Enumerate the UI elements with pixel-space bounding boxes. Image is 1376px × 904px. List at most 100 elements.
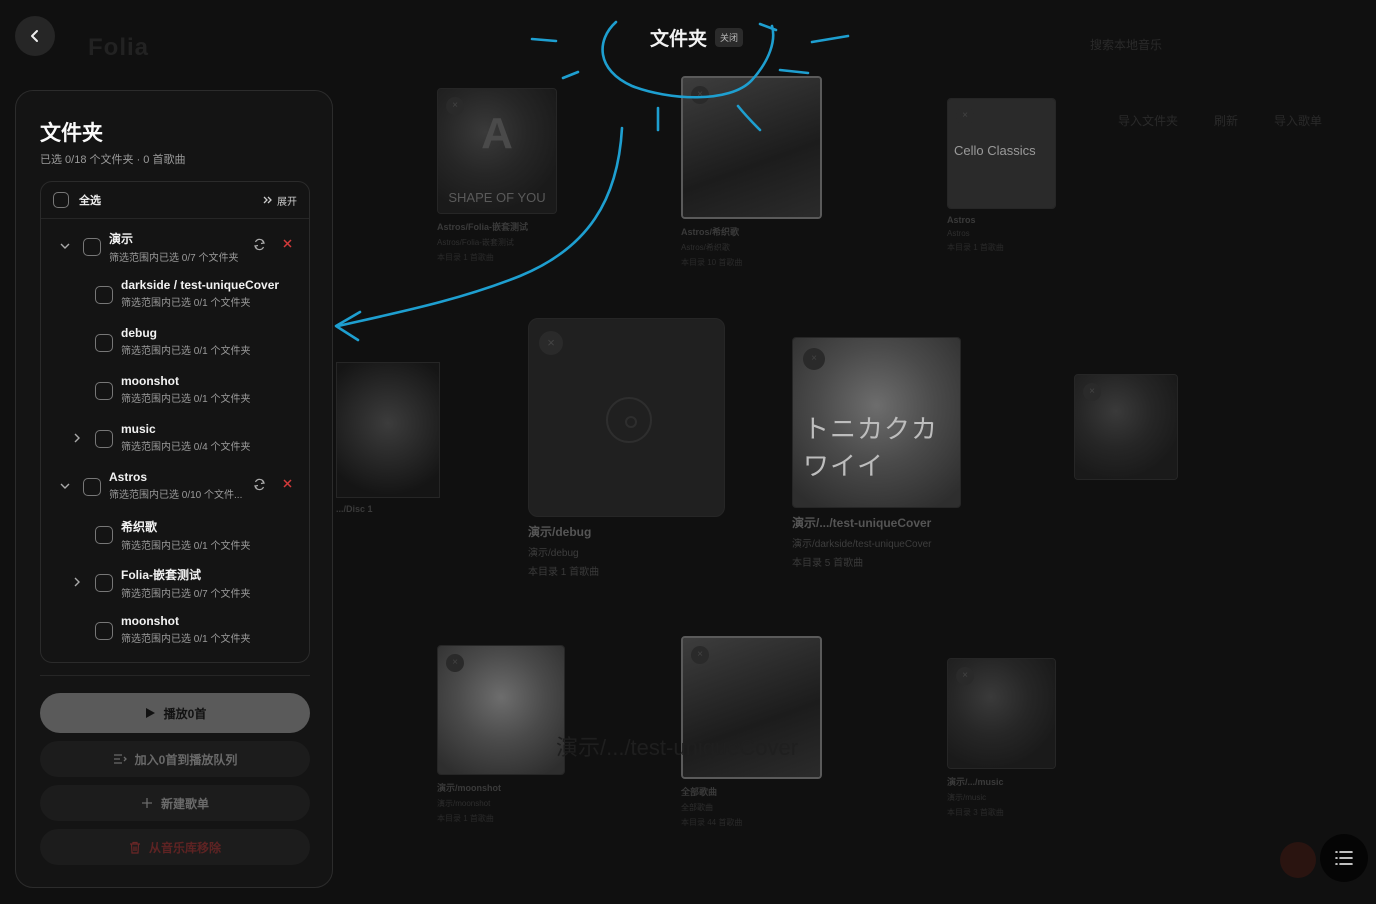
folder-row[interactable]: music 筛选范围内已选 0/4 个文件夹	[41, 416, 309, 460]
folder-checkbox[interactable]	[83, 478, 101, 496]
card-count: 本目录 5 首歌曲	[792, 558, 864, 569]
toolbar-actions: 导入文件夹 刷新 导入歌单	[1118, 112, 1322, 129]
folder-checkbox[interactable]	[95, 430, 113, 448]
folder-name: 演示	[109, 232, 134, 246]
search-placeholder: 搜索本地音乐	[1090, 38, 1163, 52]
folder-meta: 筛选范围内已选 0/7 个文件夹	[121, 589, 251, 600]
play-label: 播放0首	[163, 706, 207, 721]
card-path: 全部歌曲	[681, 803, 713, 812]
folder-row[interactable]: debug 筛选范围内已选 0/1 个文件夹	[41, 320, 309, 364]
card-path: 演示/moonshot	[437, 799, 491, 808]
folder-row[interactable]: Folia-嵌套测试 筛选范围内已选 0/7 个文件夹	[41, 560, 309, 604]
refresh-icon[interactable]	[253, 238, 266, 251]
folder-checkbox[interactable]	[95, 286, 113, 304]
folder-card: ×	[1074, 374, 1178, 480]
folder-cover: ×	[528, 318, 725, 517]
folder-card: A SHAPE OF YOU × Astros/Folia-嵌套测试 Astro…	[437, 88, 557, 263]
back-button[interactable]	[15, 16, 55, 56]
folder-cover: ×	[681, 76, 822, 219]
play-button[interactable]: 播放0首	[40, 693, 310, 733]
folder-cover: ×	[1074, 374, 1178, 480]
remove-card-icon: ×	[1083, 383, 1101, 401]
tree-header: 全选 展开	[41, 182, 309, 219]
selection-summary: 已选 0/18 个文件夹 · 0 首歌曲	[40, 154, 186, 166]
plus-icon	[141, 798, 152, 808]
new-playlist-button[interactable]: 新建歌单	[40, 785, 310, 821]
card-path: 演示/music	[947, 793, 987, 802]
folder-name: 希织歌	[121, 520, 158, 534]
app-logo: Folia	[88, 34, 150, 61]
add-to-queue-button[interactable]: 加入0首到播放队列	[40, 741, 310, 777]
folder-cover: ×	[437, 645, 565, 775]
folder-row[interactable]: moonshot 筛选范围内已选 0/1 个文件夹	[41, 368, 309, 412]
folder-row[interactable]: moonshot 筛选范围内已选 0/1 个文件夹	[41, 608, 309, 652]
folder-meta: 筛选范围内已选 0/1 个文件夹	[121, 541, 251, 552]
folder-name: moonshot	[121, 614, 179, 628]
remove-from-library-button[interactable]: 从音乐库移除	[40, 829, 310, 865]
folder-checkbox[interactable]	[95, 382, 113, 400]
remove-card-icon: ×	[691, 646, 709, 664]
play-icon	[145, 708, 155, 718]
folder-cover	[336, 362, 440, 498]
cover-title: トニカクカワイイ	[803, 415, 939, 482]
card-title: Astros/Folia-嵌套测试	[437, 222, 529, 232]
remove-folder-icon[interactable]	[282, 478, 293, 489]
folder-card: × 演示/.../music 演示/music 本目录 3 首歌曲	[947, 658, 1056, 818]
expand-all-button[interactable]: 展开	[263, 193, 297, 208]
chevron-right-icon[interactable]	[71, 432, 83, 444]
folder-row[interactable]: darkside / test-uniqueCover 筛选范围内已选 0/1 个…	[41, 272, 309, 316]
remove-folder-icon[interactable]	[282, 238, 293, 249]
folder-meta: 筛选范围内已选 0/10 个文件...	[109, 490, 243, 501]
card-title: 演示/.../test-uniqueCover	[792, 516, 932, 530]
folder-cover: ×	[947, 658, 1056, 769]
ghost-title: 演示/.../test-uniqueCover	[556, 735, 799, 760]
queue-menu-button[interactable]	[1320, 834, 1368, 882]
folder-label: debug 筛选范围内已选 0/1 个文件夹	[121, 326, 250, 357]
folder-row[interactable]: Astros 筛选范围内已选 0/10 个文件...	[41, 464, 309, 508]
folder-checkbox[interactable]	[95, 622, 113, 640]
card-title: 演示/.../music	[947, 777, 1004, 787]
select-all-label: 全选	[79, 195, 101, 207]
chevron-right-icon[interactable]	[71, 576, 83, 588]
folder-label: Astros 筛选范围内已选 0/10 个文件...	[109, 470, 242, 501]
new-playlist-label: 新建歌单	[160, 796, 209, 811]
folder-card: × 演示/moonshot 演示/moonshot 本目录 1 首歌曲	[437, 645, 565, 824]
card-path: Astros	[947, 229, 970, 238]
card-title: 全部歌曲	[681, 787, 718, 797]
chevron-down-icon[interactable]	[59, 240, 71, 252]
folder-name: Astros	[109, 470, 148, 484]
card-path: Astros/Folia-嵌套测试	[437, 238, 514, 247]
folder-checkbox[interactable]	[83, 238, 101, 256]
close-button[interactable]: 关闭	[715, 27, 744, 47]
folder-card: × Astros/希织歌 Astros/希织歌 本目录 10 首歌曲	[681, 76, 822, 268]
folder-label: moonshot 筛选范围内已选 0/1 个文件夹	[121, 374, 250, 405]
card-title: Astros	[947, 215, 976, 225]
folder-checkbox[interactable]	[95, 574, 113, 592]
trash-icon	[129, 841, 140, 854]
folder-checkbox[interactable]	[95, 334, 113, 352]
select-all-checkbox[interactable]	[53, 192, 69, 208]
remove-label: 从音乐库移除	[148, 840, 221, 855]
background-fab	[1280, 842, 1316, 878]
folder-panel: 文件夹 已选 0/18 个文件夹 · 0 首歌曲 全选 展开 演示 筛选范围内已选…	[15, 90, 333, 888]
folder-row[interactable]: 希织歌筛选范围内已选 0/1 个文件夹	[41, 512, 309, 556]
import-folder-action: 导入文件夹	[1118, 114, 1179, 128]
folder-cover: トニカクカワイイ ×	[792, 337, 961, 508]
card-title: Astros/希织歌	[681, 227, 740, 237]
folder-row[interactable]: 演示 筛选范围内已选 0/7 个文件夹	[41, 224, 309, 268]
chevron-down-icon[interactable]	[59, 480, 71, 492]
cover-title: Cello Classics	[954, 143, 1036, 158]
folder-label: 希织歌筛选范围内已选 0/1 个文件夹	[121, 518, 250, 552]
card-count: 本目录 1 首歌曲	[437, 814, 494, 823]
remove-card-icon: ×	[539, 331, 563, 355]
folder-card: Cello Classics × Astros Astros 本目录 1 首歌曲	[947, 98, 1056, 253]
folder-checkbox[interactable]	[95, 526, 113, 544]
folder-tree: 全选 展开 演示 筛选范围内已选 0/7 个文件夹 darkside / test-…	[40, 181, 310, 663]
card-title: .../Disc 1	[336, 504, 373, 514]
card-count: 本目录 1 首歌曲	[528, 567, 600, 578]
card-title: 演示/debug	[528, 525, 592, 539]
folder-meta: 筛选范围内已选 0/1 个文件夹	[121, 298, 251, 309]
folder-meta: 筛选范围内已选 0/1 个文件夹	[121, 346, 251, 357]
refresh-icon[interactable]	[253, 478, 266, 491]
folder-label: moonshot 筛选范围内已选 0/1 个文件夹	[121, 614, 250, 645]
